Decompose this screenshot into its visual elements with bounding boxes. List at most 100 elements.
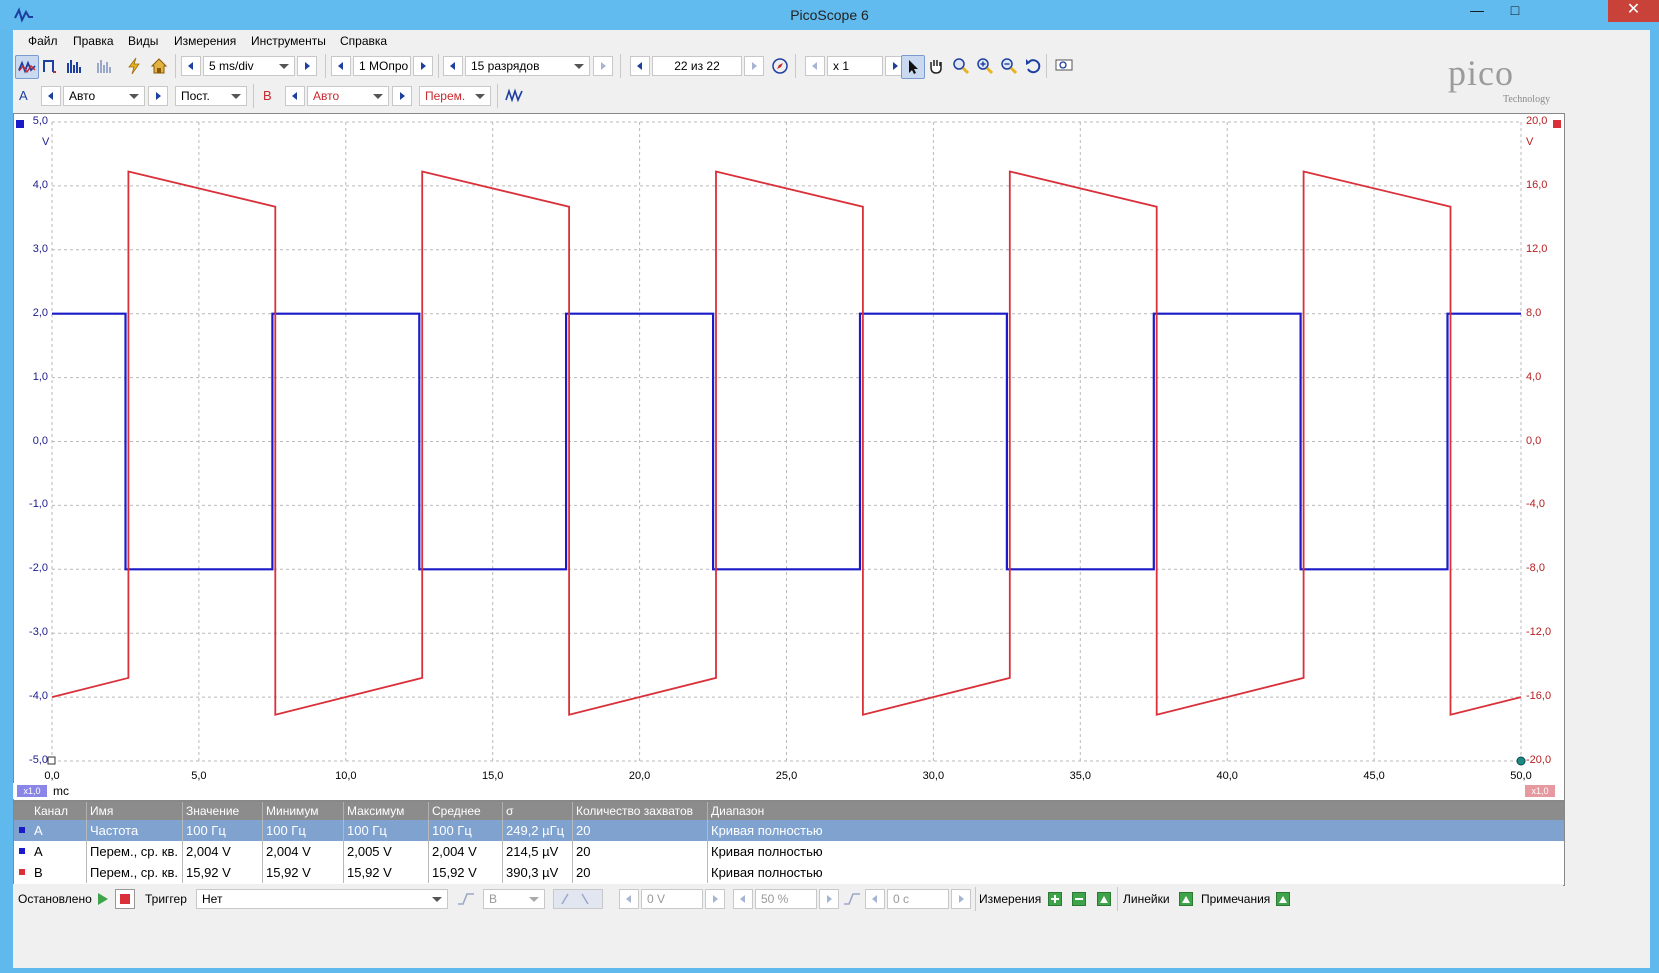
channel-a-options-button[interactable]: A	[15, 86, 37, 106]
delay-field[interactable]: 0 с	[887, 889, 949, 909]
scope-mode-icon	[18, 60, 36, 74]
channel-b-coupling-select[interactable]: Перем.	[419, 86, 491, 106]
x-scale-left-badge[interactable]: x1,0	[17, 785, 47, 797]
add-measurement-button[interactable]	[1048, 892, 1062, 906]
spectrum-icon	[67, 60, 81, 73]
undo-zoom-button[interactable]	[1022, 55, 1044, 77]
x-scale-right-badge[interactable]: x1,0	[1525, 785, 1555, 797]
column-divider[interactable]	[86, 802, 87, 820]
delay-next[interactable]	[951, 889, 971, 909]
channel-b-options-button[interactable]: B	[259, 86, 281, 106]
channel-a-coupling-select[interactable]: Пост.	[175, 86, 247, 106]
scope-mode-button[interactable]	[15, 55, 39, 79]
persistence-mode-button[interactable]	[39, 55, 61, 77]
maximize-button[interactable]: □	[1500, 0, 1530, 22]
stop-button[interactable]	[115, 889, 135, 909]
stop-icon	[120, 894, 130, 904]
delay-prev[interactable]	[865, 889, 885, 909]
x-axis-tick-label: 35,0	[1069, 770, 1092, 782]
pretrigger-prev[interactable]	[733, 889, 753, 909]
column-divider[interactable]	[502, 802, 503, 820]
menu-edit[interactable]: Правка	[73, 34, 114, 48]
menu-measurements[interactable]: Измерения	[174, 34, 236, 48]
table-row[interactable]: A Частота 100 Гц 100 Гц 100 Гц 100 Гц 249,2 µГ…	[14, 820, 1564, 841]
advanced-trigger-icon[interactable]	[457, 891, 475, 907]
capture-next-button[interactable]	[744, 56, 764, 76]
column-header[interactable]: Имя	[90, 804, 113, 818]
close-button[interactable]: ✕	[1608, 0, 1659, 22]
left-axis-unit: V	[42, 136, 50, 148]
capture-counter[interactable]: 22 из 22	[652, 56, 742, 76]
capture-prev-button[interactable]	[630, 56, 650, 76]
resolution-select[interactable]: 15 разрядов	[465, 56, 590, 76]
zoom-factor[interactable]: x 1	[827, 56, 883, 76]
channel-a-range-select[interactable]: Авто	[63, 86, 145, 106]
channel-a-range-next[interactable]	[148, 86, 168, 106]
column-header[interactable]: Среднее	[432, 804, 481, 818]
notes-button[interactable]	[1276, 892, 1290, 906]
column-divider[interactable]	[572, 802, 573, 820]
spectrum-persist-button[interactable]	[93, 55, 115, 77]
resolution-next-button[interactable]	[593, 56, 613, 76]
column-header[interactable]: Диапазон	[711, 804, 764, 818]
pretrigger-next[interactable]	[819, 889, 839, 909]
channel-b-range-next[interactable]	[392, 86, 412, 106]
column-divider[interactable]	[428, 802, 429, 820]
table-cell: Перем., ср. кв.	[90, 865, 178, 880]
column-divider[interactable]	[262, 802, 263, 820]
trigger-level-prev[interactable]	[619, 889, 639, 909]
samples-prev-button[interactable]	[331, 56, 351, 76]
column-header[interactable]: Канал	[34, 804, 68, 818]
scope-plot[interactable]	[14, 114, 1564, 800]
trigger-label: Триггер	[145, 892, 187, 906]
menu-file[interactable]: Файл	[28, 34, 58, 48]
zoom-area-button[interactable]	[950, 55, 972, 77]
edit-measurement-button[interactable]	[1097, 892, 1111, 906]
trigger-mode-select[interactable]: Нет	[196, 889, 448, 909]
samples-select[interactable]: 1 MОпро	[353, 56, 411, 76]
column-divider[interactable]	[182, 802, 183, 820]
column-header[interactable]: Минимум	[266, 804, 319, 818]
table-row[interactable]: A Перем., ср. кв. 2,004 V 2,004 V 2,005 V 2,0…	[14, 841, 1564, 862]
channel-b-range-select[interactable]: Авто	[307, 86, 389, 106]
scope-view[interactable]: V V 5,0 4,0 3,0 2,0 1,0 0,0 -1,0 -2,0 -3,0 -4,0 -5…	[13, 113, 1565, 801]
signal-generator-button[interactable]	[503, 85, 525, 107]
table-row[interactable]: B Перем., ср. кв. 15,92 V 15,92 V 15,92 V 15,…	[14, 862, 1564, 883]
timebase-prev-button[interactable]	[181, 56, 201, 76]
zoom-prev-button[interactable]	[805, 56, 825, 76]
remove-measurement-button[interactable]	[1072, 892, 1086, 906]
timebase-next-button[interactable]	[297, 56, 317, 76]
trigger-level-field[interactable]: 0 V	[641, 889, 703, 909]
default-setup-button[interactable]	[148, 55, 170, 77]
column-header[interactable]: σ	[506, 804, 513, 818]
zoom-out-button[interactable]	[998, 55, 1020, 77]
channel-b-range-prev[interactable]	[285, 86, 305, 106]
column-header[interactable]: Количество захватов	[576, 804, 693, 818]
column-divider[interactable]	[707, 802, 708, 820]
column-header[interactable]: Значение	[186, 804, 239, 818]
resolution-prev-button[interactable]	[443, 56, 463, 76]
channel-b-axis-marker[interactable]	[1553, 120, 1561, 128]
hand-tool-button[interactable]	[925, 55, 947, 77]
auto-setup-button[interactable]	[123, 55, 145, 77]
buffer-navigator-button[interactable]	[769, 55, 791, 77]
zoom-overview-button[interactable]	[1053, 55, 1075, 77]
rising-edge-button[interactable]	[553, 889, 603, 909]
select-tool-button[interactable]	[901, 55, 925, 79]
menu-tools[interactable]: Инструменты	[251, 34, 326, 48]
column-header[interactable]: Максимум	[347, 804, 404, 818]
start-button[interactable]	[97, 892, 109, 906]
trigger-level-next[interactable]	[705, 889, 725, 909]
minimize-button[interactable]: —	[1462, 0, 1492, 22]
rulers-button[interactable]	[1179, 892, 1193, 906]
timebase-select[interactable]: 5 ms/div	[203, 56, 295, 76]
samples-next-button[interactable]	[413, 56, 433, 76]
column-divider[interactable]	[343, 802, 344, 820]
pretrigger-field[interactable]: 50 %	[755, 889, 817, 909]
trigger-channel-select[interactable]: B	[483, 889, 545, 909]
menu-help[interactable]: Справка	[340, 34, 387, 48]
spectrum-mode-button[interactable]	[63, 55, 85, 77]
zoom-in-button[interactable]	[974, 55, 996, 77]
channel-a-range-prev[interactable]	[41, 86, 61, 106]
menu-views[interactable]: Виды	[128, 34, 158, 48]
